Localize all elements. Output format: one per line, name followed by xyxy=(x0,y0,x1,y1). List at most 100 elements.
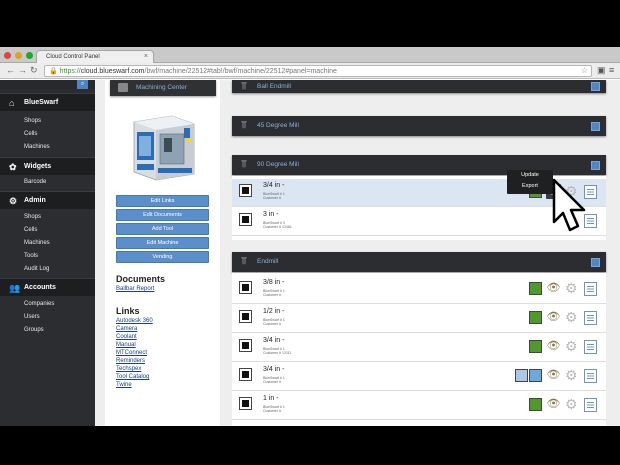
bookmark-star-icon[interactable]: ☆ xyxy=(581,66,588,75)
link-manual[interactable]: Manual xyxy=(116,342,136,348)
sidebar-item-admin-shops[interactable]: Shops xyxy=(24,214,41,220)
status-square-green[interactable] xyxy=(529,282,542,295)
status-square-green[interactable] xyxy=(529,340,542,353)
panel-title: 90 Degree Mill xyxy=(257,161,299,168)
url-host: cloud.blueswarf.com xyxy=(80,68,145,75)
gear-icon[interactable]: ⚙ xyxy=(565,367,578,383)
sidebar-item-shops[interactable]: Shops xyxy=(24,118,41,124)
status-square-green[interactable] xyxy=(529,311,542,324)
minimize-window-button[interactable] xyxy=(15,52,22,59)
edit-machine-button[interactable]: Edit Machine xyxy=(116,237,209,249)
sidebar-item-cells[interactable]: Cells xyxy=(24,131,37,137)
tool-row[interactable]: 1 in - BlueSwarf # 1 Customer # 👁 ⚙ xyxy=(232,392,606,420)
gear-icon[interactable]: ⚙ xyxy=(565,309,578,325)
tool-row[interactable]: 1/2 in - BlueSwarf # 1 Customer # 👁 ⚙ xyxy=(232,305,606,333)
status-square-light-blue[interactable] xyxy=(515,369,528,382)
tool-row[interactable]: 3/4 in - BlueSwarf # 1 Customer # 12111 … xyxy=(232,334,606,362)
eye-icon[interactable]: 👁 xyxy=(546,281,561,296)
status-square-blue[interactable] xyxy=(529,369,542,382)
browser-tab[interactable]: Cloud Control Panel × xyxy=(36,50,154,64)
app: ⌕ ⌂ BlueSwarf Shops Cells Machines ✿ Widge… xyxy=(0,80,620,426)
document-link-ballbar-report[interactable]: Ballbar Report xyxy=(116,286,154,292)
link-autodesk-360[interactable]: Autodesk 360 xyxy=(116,318,153,324)
tool-row[interactable]: 3/4 in - BlueSwarf # 1 Customer # 👁 ⚙ xyxy=(232,363,606,391)
expand-toggle-icon[interactable] xyxy=(591,122,600,131)
menu-item-export[interactable]: Export xyxy=(507,181,553,192)
edit-documents-button[interactable]: Edit Documents xyxy=(116,209,209,221)
url-path: /bwf/machine/22512#tab!/bwf/machine/2251… xyxy=(144,68,337,75)
reload-icon[interactable]: ↻ xyxy=(30,65,38,76)
back-icon[interactable]: ← xyxy=(6,65,15,75)
sidebar-item-users[interactable]: Users xyxy=(24,314,40,320)
tab-strip: Cloud Control Panel × xyxy=(0,47,620,64)
sidebar-section-label: Admin xyxy=(24,197,46,204)
tool-status-icon xyxy=(239,184,252,197)
panel-title: Ball Endmill xyxy=(257,83,291,90)
address-bar[interactable]: 🔒 https://cloud.blueswarf.com/bwf/machin… xyxy=(44,65,592,77)
add-tool-button[interactable]: Add Tool xyxy=(116,223,209,235)
link-tool-catalog[interactable]: Tool Catalog xyxy=(116,374,149,380)
expand-toggle-icon[interactable] xyxy=(591,82,600,91)
search-icon[interactable]: ⌕ xyxy=(77,80,88,89)
forward-icon[interactable]: → xyxy=(18,65,27,75)
links-heading: Links xyxy=(116,306,140,316)
sidebar-item-companies[interactable]: Companies xyxy=(24,301,54,307)
document-icon[interactable] xyxy=(584,398,597,412)
tool-status-icon xyxy=(239,368,252,381)
document-icon[interactable] xyxy=(584,340,597,354)
sidebar-item-barcode[interactable]: Barcode xyxy=(24,179,46,185)
mouse-pointer-icon xyxy=(552,178,586,232)
extension-icon[interactable]: ▣ xyxy=(597,65,606,76)
document-icon[interactable] xyxy=(584,311,597,325)
close-tab-icon[interactable]: × xyxy=(144,53,148,60)
gear-icon[interactable]: ⚙ xyxy=(565,338,578,354)
sidebar-item-admin-tools[interactable]: Tools xyxy=(24,253,38,259)
vending-button[interactable]: Vending xyxy=(116,251,209,263)
eye-icon[interactable]: 👁 xyxy=(546,339,561,354)
document-icon[interactable] xyxy=(584,282,597,296)
machine-image xyxy=(133,115,195,181)
tool-customer: Customer # xyxy=(263,293,282,297)
link-mtconnect[interactable]: MTConnect xyxy=(116,350,147,356)
sidebar-item-admin-cells[interactable]: Cells xyxy=(24,227,37,233)
sidebar-item-admin-machines[interactable]: Machines xyxy=(24,240,50,246)
edit-links-button[interactable]: Edit Links xyxy=(116,195,209,207)
link-coolant[interactable]: Coolant xyxy=(116,334,137,340)
gear-icon[interactable]: ⚙ xyxy=(565,280,578,296)
sidebar-item-audit-log[interactable]: Audit Log xyxy=(24,266,49,272)
tool-customer: Customer # xyxy=(263,409,282,413)
menu-item-update[interactable]: Update xyxy=(507,170,553,181)
link-reminders[interactable]: Reminders xyxy=(116,358,145,364)
tool-row[interactable]: 3/8 in - BlueSwarf # 1 Customer # 👁 ⚙ xyxy=(232,276,606,304)
panel-header-ball-endmill[interactable]: ⫪ Ball Endmill xyxy=(232,80,606,93)
status-square-green[interactable] xyxy=(529,398,542,411)
link-twine[interactable]: Twine xyxy=(116,382,132,388)
eye-icon[interactable]: 👁 xyxy=(546,368,561,383)
eye-icon[interactable]: 👁 xyxy=(546,310,561,325)
eye-dropdown-menu: Update Export xyxy=(507,170,553,194)
sidebar-section-admin[interactable]: ⚙ Admin xyxy=(0,191,95,209)
document-icon[interactable] xyxy=(584,369,597,383)
widgets-icon: ✿ xyxy=(9,162,17,172)
panel-header-45-degree-mill[interactable]: ⫪ 45 Degree Mill xyxy=(232,116,606,136)
link-techspex[interactable]: Techspex xyxy=(116,366,141,372)
close-window-button[interactable] xyxy=(4,52,11,59)
sidebar-search[interactable]: ⌕ xyxy=(0,80,95,89)
sidebar-item-groups[interactable]: Groups xyxy=(24,327,44,333)
panel-title: Endmill xyxy=(257,258,279,265)
sidebar-section-blueswarf[interactable]: ⌂ BlueSwarf xyxy=(0,93,95,111)
sidebar-item-machines[interactable]: Machines xyxy=(24,144,50,150)
menu-icon[interactable]: ≡ xyxy=(609,65,614,75)
link-camera[interactable]: Camera xyxy=(116,326,137,332)
collapse-toggle-icon[interactable] xyxy=(591,161,600,170)
gear-icon[interactable]: ⚙ xyxy=(565,396,578,412)
browser-window: Cloud Control Panel × ← → ↻ 🔒 https://cl… xyxy=(0,47,620,426)
sidebar-section-accounts[interactable]: 👥 Accounts xyxy=(0,278,95,296)
sidebar-section-label: BlueSwarf xyxy=(24,99,59,106)
panel-header-endmill[interactable]: ⫪ Endmill xyxy=(232,252,606,272)
sidebar-section-widgets[interactable]: ✿ Widgets xyxy=(0,157,95,175)
eye-icon[interactable]: 👁 xyxy=(546,397,561,412)
collapse-toggle-icon[interactable] xyxy=(591,258,600,267)
tool-name: 3/8 in - xyxy=(263,279,285,286)
maximize-window-button[interactable] xyxy=(26,52,33,59)
